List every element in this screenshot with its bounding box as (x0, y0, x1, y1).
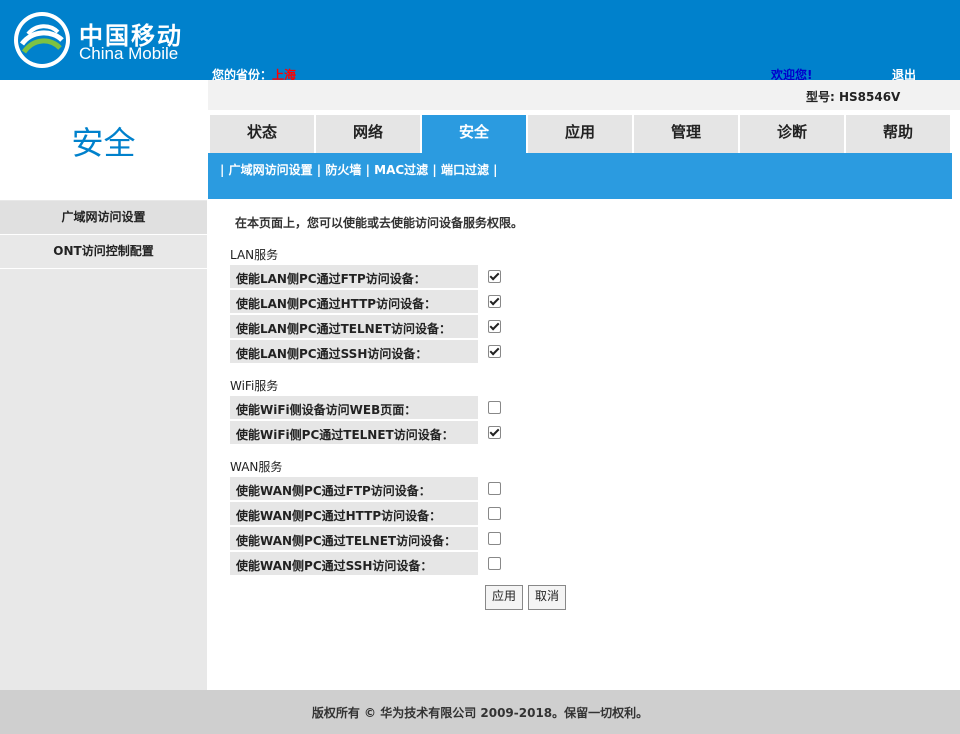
tab-application[interactable]: 应用 (528, 115, 632, 153)
lan-http-checkbox[interactable] (488, 295, 501, 308)
tab-diagnostics[interactable]: 诊断 (740, 115, 844, 153)
sidebar-item-wan-access[interactable]: 广域网访问设置 (0, 201, 207, 235)
setting-row: 使能WAN侧PC通过FTP访问设备： (230, 477, 478, 500)
subnav-item-mac-filter[interactable]: MAC过滤 (374, 163, 428, 177)
subnav-separator: | (493, 163, 498, 177)
setting-row: 使能WiFi侧PC通过TELNET访问设备： (230, 421, 478, 444)
setting-row: 使能WiFi侧设备访问WEB页面： (230, 396, 478, 419)
lan-telnet-checkbox[interactable] (488, 320, 501, 333)
model-label: 型号: HS8546V (806, 90, 901, 104)
footer: 版权所有 © 华为技术有限公司 2009-2018。保留一切权利。 (0, 690, 960, 734)
sub-navigation: | 广域网访问设置 | 防火墙 | MAC过滤 | 端口过滤 | (208, 153, 952, 199)
setting-row: 使能LAN侧PC通过SSH访问设备： (230, 340, 478, 363)
setting-row: 使能WAN侧PC通过HTTP访问设备： (230, 502, 478, 525)
wan-ftp-checkbox[interactable] (488, 482, 501, 495)
wan-http-checkbox[interactable] (488, 507, 501, 520)
setting-label: 使能WAN侧PC通过TELNET访问设备： (236, 534, 457, 548)
setting-label: 使能LAN侧PC通过HTTP访问设备： (236, 297, 437, 311)
wan-ssh-checkbox[interactable] (488, 557, 501, 570)
tab-help[interactable]: 帮助 (846, 115, 950, 153)
sidebar-item-ont-access-control[interactable]: ONT访问控制配置 (0, 235, 207, 269)
china-mobile-logo-icon (14, 12, 70, 68)
subnav-separator: | (220, 163, 225, 177)
setting-label: 使能WAN侧PC通过SSH访问设备： (236, 559, 433, 573)
subnav-item-wan-access[interactable]: 广域网访问设置 (229, 163, 313, 177)
setting-label: 使能WAN侧PC通过HTTP访问设备： (236, 509, 442, 523)
subnav-item-port-filter[interactable]: 端口过滤 (441, 163, 489, 177)
setting-row: 使能LAN侧PC通过TELNET访问设备： (230, 315, 478, 338)
tab-management[interactable]: 管理 (634, 115, 738, 153)
lan-ftp-checkbox[interactable] (488, 270, 501, 283)
wifi-web-checkbox[interactable] (488, 401, 501, 414)
wan-telnet-checkbox[interactable] (488, 532, 501, 545)
wifi-telnet-checkbox[interactable] (488, 426, 501, 439)
setting-label: 使能LAN侧PC通过TELNET访问设备： (236, 322, 452, 336)
setting-row: 使能WAN侧PC通过SSH访问设备： (230, 552, 478, 575)
group-label-lan: LAN服务 (230, 248, 279, 262)
cancel-button[interactable]: 取消 (528, 585, 567, 610)
setting-label: 使能WiFi侧PC通过TELNET访问设备： (236, 428, 454, 442)
setting-row: 使能LAN侧PC通过FTP访问设备： (230, 265, 478, 288)
subnav-links: | 广域网访问设置 | 防火墙 | MAC过滤 | 端口过滤 | (220, 161, 498, 178)
brand-name-en: China Mobile (79, 44, 179, 63)
setting-label: 使能WiFi侧设备访问WEB页面： (236, 403, 417, 417)
setting-label: 使能WAN侧PC通过FTP访问设备： (236, 484, 431, 498)
subnav-item-firewall[interactable]: 防火墙 (325, 163, 361, 177)
setting-label: 使能LAN侧PC通过SSH访问设备： (236, 347, 428, 361)
subnav-separator: | (432, 163, 437, 177)
subnav-separator: | (365, 163, 370, 177)
section-title: 安全 (71, 124, 136, 162)
tab-security[interactable]: 安全 (422, 115, 526, 153)
main-tabs: 状态 网络 安全 应用 管理 诊断 帮助 (208, 115, 952, 153)
setting-row: 使能LAN侧PC通过HTTP访问设备： (230, 290, 478, 313)
page-description: 在本页面上，您可以使能或去使能访问设备服务权限。 (235, 216, 524, 230)
setting-label: 使能LAN侧PC通过FTP访问设备： (236, 272, 426, 286)
header-bar: 中国移动 China Mobile 您的省份：上海 欢迎您! 退出 (0, 0, 960, 82)
setting-row: 使能WAN侧PC通过TELNET访问设备： (230, 527, 478, 550)
tab-status[interactable]: 状态 (210, 115, 314, 153)
group-label-wifi: WiFi服务 (230, 379, 279, 393)
subnav-separator: | (316, 163, 322, 177)
group-label-wan: WAN服务 (230, 460, 283, 474)
lan-ssh-checkbox[interactable] (488, 345, 501, 358)
tab-network[interactable]: 网络 (316, 115, 420, 153)
apply-button[interactable]: 应用 (485, 585, 524, 610)
copyright-text: 版权所有 © 华为技术有限公司 2009-2018。保留一切权利。 (311, 706, 649, 720)
